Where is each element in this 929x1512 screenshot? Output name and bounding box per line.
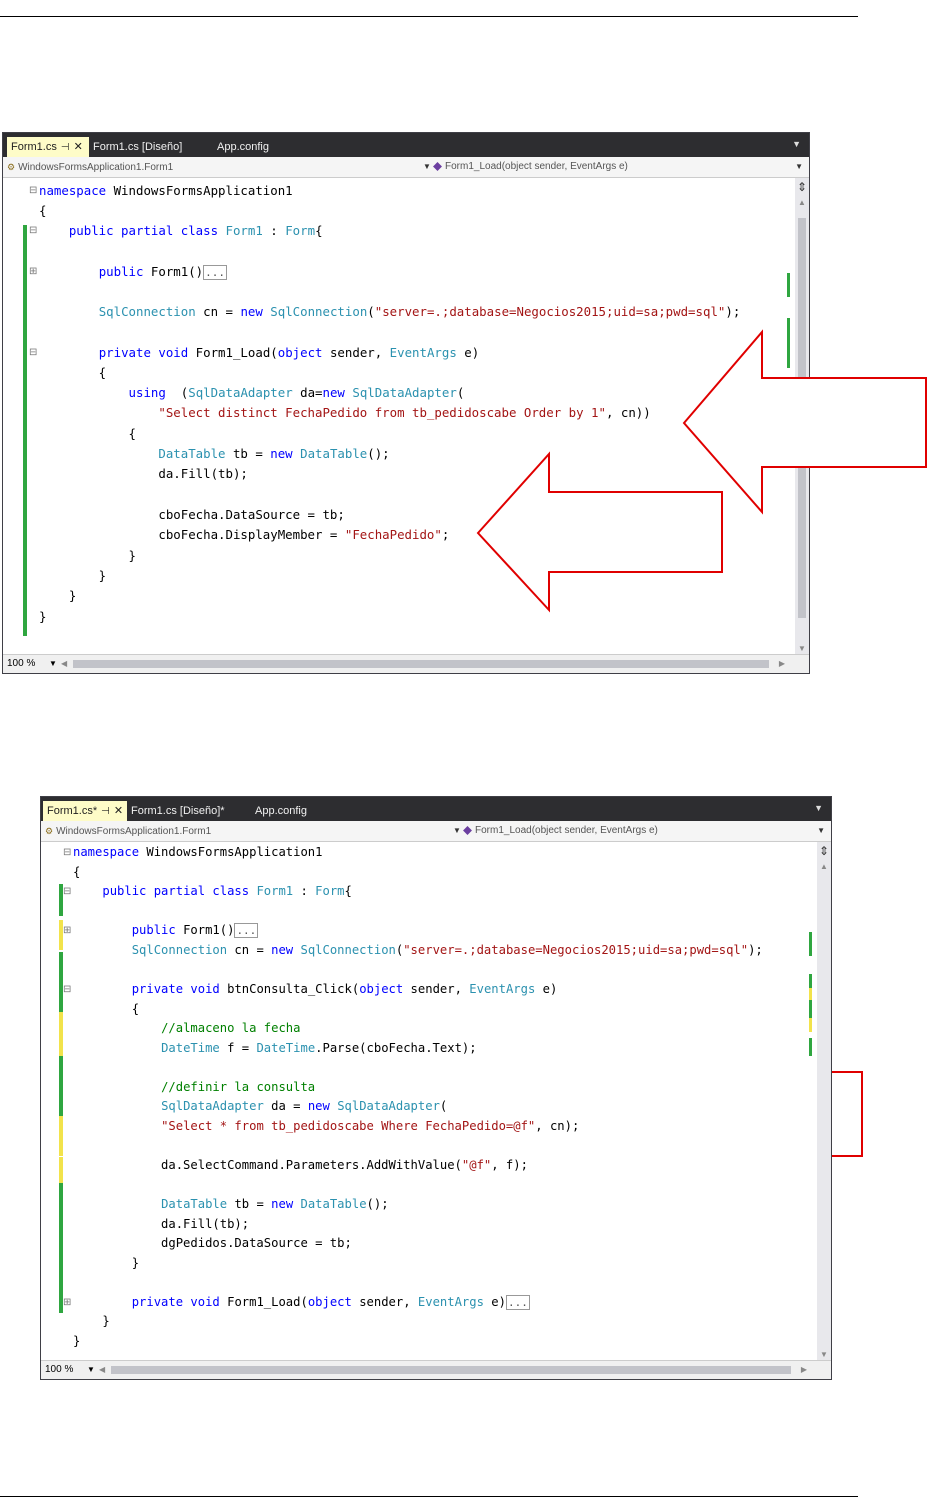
member-dropdown[interactable]: Form1_Load(object sender, EventArgs e): [463, 821, 658, 841]
code-line: DateTime f = DateTime.Parse(cboFecha.Tex…: [161, 1041, 477, 1055]
code-line: }: [73, 1256, 140, 1270]
code-line: //almaceno la fecha: [161, 1021, 301, 1035]
tab-form1-designer[interactable]: Form1.cs [Diseño]*: [127, 801, 243, 821]
tab-label: Form1.cs*: [47, 805, 98, 817]
zoom-level[interactable]: 100 %: [45, 1361, 73, 1379]
tab-overflow-dropdown-icon[interactable]: ▼: [814, 803, 823, 813]
code-line: private void Form1_Load(object sender, E…: [131, 1295, 530, 1310]
red-arrow-left: [476, 451, 723, 613]
change-mark: [809, 932, 812, 956]
change-marker: [59, 1183, 63, 1313]
code-line: private void btnConsulta_Click(object se…: [131, 982, 558, 996]
code-line: dgPedidos.DataSource = tb;: [73, 1236, 352, 1250]
member-dropdown-label: Form1_Load(object sender, EventArgs e): [475, 825, 658, 836]
code-line: public Form1()...: [131, 923, 259, 938]
code-line: public partial class Form1 : Form{: [102, 884, 352, 898]
horizontal-scroll-bar: 100 % ▼ ◀ ▶: [41, 1360, 831, 1379]
tab-label: App.config: [255, 805, 307, 817]
type-dropdown[interactable]: ⚙ WindowsFormsApplication1.Form1: [45, 821, 211, 842]
navigation-bar: ⚙ WindowsFormsApplication1.Form1 ▼ Form1_…: [41, 821, 831, 842]
chevron-down-icon[interactable]: ▼: [453, 821, 461, 841]
close-icon[interactable]: ✕: [114, 805, 123, 817]
scroll-up-icon[interactable]: ▲: [820, 862, 828, 871]
method-icon: [463, 825, 472, 835]
code-line: "Select * from tb_pedidoscabe Where Fech…: [161, 1119, 580, 1133]
code-line: da.SelectCommand.Parameters.AddWithValue…: [73, 1158, 528, 1172]
code-editor[interactable]: ⊟ ⊟ ⊞ ⊟ ⊞ namespace WindowsFormsApplicat…: [41, 842, 831, 1361]
code-line: {: [73, 1002, 140, 1016]
tab-form1-cs[interactable]: Form1.cs* ⊣ ✕: [43, 801, 127, 821]
change-mark: [809, 1000, 812, 1018]
change-mark: [809, 974, 812, 988]
code-line: da.Fill(tb);: [73, 1217, 250, 1231]
code-text: namespace WindowsFormsApplication1 { pub…: [41, 842, 763, 1348]
code-line: }: [73, 1334, 81, 1348]
vertical-scrollbar[interactable]: ⇕ ▲ ▼: [809, 842, 831, 1361]
scroll-down-icon[interactable]: ▼: [820, 1350, 828, 1359]
code-line: }: [73, 1314, 110, 1328]
split-icon[interactable]: ⇕: [819, 844, 829, 858]
code-line: SqlDataAdapter da = new SqlDataAdapter(: [161, 1099, 448, 1113]
tab-app-config[interactable]: App.config: [251, 801, 331, 821]
scroll-right-icon[interactable]: ▶: [801, 1361, 807, 1379]
pin-icon[interactable]: ⊣: [101, 806, 110, 817]
type-dropdown-label: WindowsFormsApplication1.Form1: [56, 826, 212, 837]
collapsed-region[interactable]: ...: [234, 923, 259, 938]
document-tab-bar: Form1.cs* ⊣ ✕ Form1.cs [Diseño]* App.confi…: [41, 797, 831, 821]
red-arrow-left: [682, 329, 927, 515]
chevron-down-icon[interactable]: ▼: [817, 821, 825, 841]
change-mark: [809, 988, 812, 1000]
change-mark: [809, 1018, 812, 1032]
class-icon: ⚙: [45, 826, 54, 836]
collapsed-region[interactable]: ...: [505, 1295, 530, 1310]
code-line: namespace WindowsFormsApplication1: [73, 845, 323, 859]
code-line: DataTable tb = new DataTable();: [161, 1197, 389, 1211]
code-line: //definir la consulta: [161, 1080, 316, 1094]
chevron-down-icon[interactable]: ▼: [87, 1361, 95, 1379]
tab-label: Form1.cs [Diseño]*: [131, 805, 225, 817]
page-bottom-rule: [0, 1496, 858, 1497]
horizontal-scroll-thumb[interactable]: [111, 1366, 791, 1374]
code-line: {: [73, 865, 81, 879]
code-line: SqlConnection cn = new SqlConnection("se…: [131, 943, 763, 957]
scroll-left-icon[interactable]: ◀: [99, 1361, 105, 1379]
change-marker: [59, 1157, 63, 1183]
expand-toggle-icon[interactable]: ⊞: [63, 1298, 71, 1308]
ide-window-2: Form1.cs* ⊣ ✕ Form1.cs [Diseño]* App.confi…: [40, 796, 832, 1380]
change-mark: [809, 1038, 812, 1056]
